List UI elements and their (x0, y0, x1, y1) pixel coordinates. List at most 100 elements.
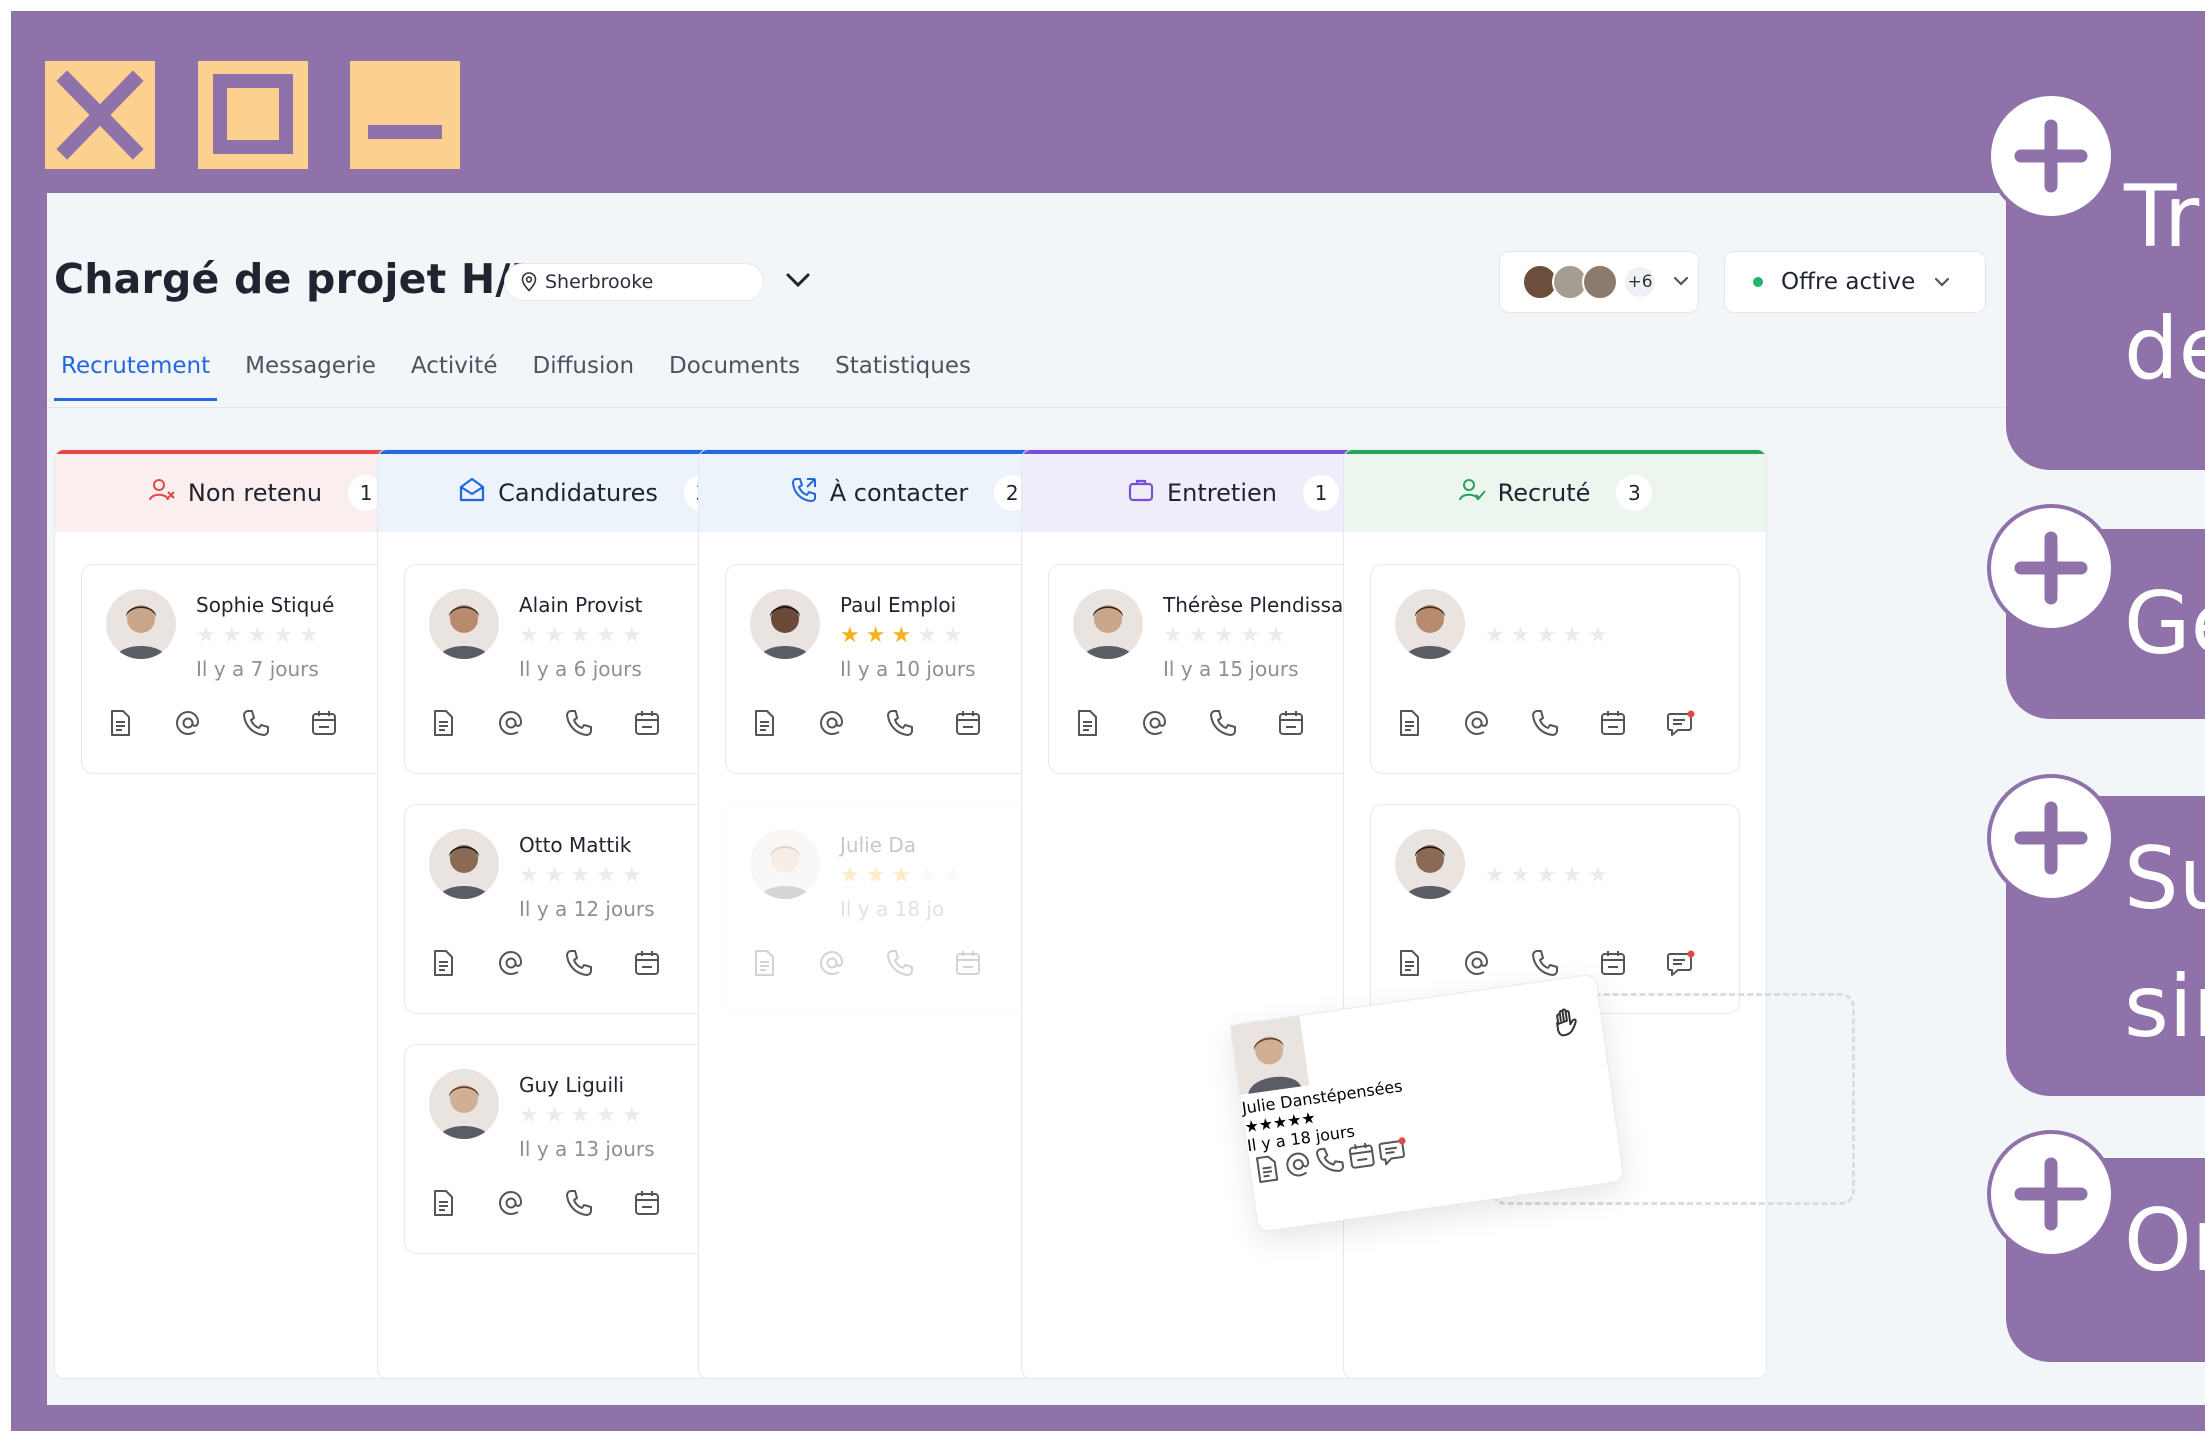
star-icon[interactable]: ★ (917, 625, 937, 647)
star-icon[interactable]: ★ (1536, 625, 1556, 647)
rating-stars[interactable]: ★★★★★ (1485, 865, 1608, 887)
email-icon[interactable] (495, 947, 527, 979)
rating-stars[interactable]: ★★★★★ (196, 625, 319, 647)
star-icon[interactable]: ★ (1588, 625, 1608, 647)
calendar-icon[interactable] (1346, 1142, 1380, 1177)
star-icon[interactable]: ★ (1485, 625, 1505, 647)
phone-icon[interactable] (1529, 707, 1561, 739)
star-icon[interactable]: ★ (1562, 625, 1582, 647)
tab-recrutement[interactable]: Recrutement (54, 353, 218, 401)
star-icon[interactable]: ★ (596, 865, 616, 887)
document-icon[interactable] (748, 707, 780, 739)
rating-stars[interactable]: ★★★★★ (1163, 625, 1286, 647)
star-icon[interactable]: ★ (570, 1105, 590, 1127)
location-pill[interactable]: Sherbrooke (504, 263, 764, 301)
star-icon[interactable]: ★ (1588, 865, 1608, 887)
star-icon[interactable]: ★ (943, 625, 963, 647)
star-icon[interactable]: ★ (545, 1105, 565, 1127)
rating-stars[interactable]: ★★★★★ (840, 625, 963, 647)
email-icon[interactable] (816, 947, 848, 979)
document-icon[interactable] (427, 947, 459, 979)
star-icon[interactable]: ★ (247, 625, 267, 647)
calendar-icon[interactable] (1597, 947, 1629, 979)
tab-activite[interactable]: Activité (404, 353, 505, 401)
star-icon[interactable]: ★ (1536, 865, 1556, 887)
star-icon[interactable]: ★ (1511, 865, 1531, 887)
email-icon[interactable] (1139, 707, 1171, 739)
phone-icon[interactable] (563, 1187, 595, 1219)
rating-stars[interactable]: ★★★★★ (840, 865, 963, 887)
chevron-down-icon[interactable] (784, 270, 812, 290)
star-icon[interactable]: ★ (596, 625, 616, 647)
star-icon[interactable]: ★ (519, 865, 539, 887)
star-icon[interactable]: ★ (222, 625, 242, 647)
star-icon[interactable]: ★ (1240, 625, 1260, 647)
rating-stars[interactable]: ★★★★★ (519, 865, 642, 887)
star-icon[interactable]: ★ (866, 865, 886, 887)
close-button[interactable] (45, 61, 155, 169)
email-icon[interactable] (495, 707, 527, 739)
document-icon[interactable] (1393, 707, 1425, 739)
star-icon[interactable]: ★ (622, 1105, 642, 1127)
calendar-icon[interactable] (952, 947, 984, 979)
rating-stars[interactable]: ★★★★★ (1485, 625, 1608, 647)
calendar-icon[interactable] (631, 707, 663, 739)
email-icon[interactable] (816, 707, 848, 739)
message-icon[interactable] (1665, 947, 1697, 979)
calendar-icon[interactable] (631, 947, 663, 979)
star-icon[interactable]: ★ (570, 865, 590, 887)
phone-icon[interactable] (240, 707, 272, 739)
email-icon[interactable] (495, 1187, 527, 1219)
star-icon[interactable]: ★ (519, 625, 539, 647)
star-icon[interactable]: ★ (1300, 1108, 1317, 1129)
star-icon[interactable]: ★ (545, 625, 565, 647)
minimize-button[interactable] (350, 61, 460, 169)
phone-icon[interactable] (1314, 1147, 1348, 1182)
status-selector[interactable]: Offre active (1724, 251, 1986, 313)
star-icon[interactable]: ★ (545, 865, 565, 887)
star-icon[interactable]: ★ (570, 625, 590, 647)
star-icon[interactable]: ★ (840, 625, 860, 647)
star-icon[interactable]: ★ (273, 625, 293, 647)
star-icon[interactable]: ★ (1511, 625, 1531, 647)
tab-statistiques[interactable]: Statistiques (828, 353, 978, 401)
star-icon[interactable]: ★ (299, 625, 319, 647)
star-icon[interactable]: ★ (1485, 865, 1505, 887)
tab-documents[interactable]: Documents (662, 353, 807, 401)
document-icon[interactable] (1071, 707, 1103, 739)
star-icon[interactable]: ★ (622, 625, 642, 647)
calendar-icon[interactable] (1597, 707, 1629, 739)
tab-messagerie[interactable]: Messagerie (238, 353, 383, 401)
star-icon[interactable]: ★ (840, 865, 860, 887)
star-icon[interactable]: ★ (196, 625, 216, 647)
star-icon[interactable]: ★ (1189, 625, 1209, 647)
calendar-icon[interactable] (631, 1187, 663, 1219)
star-icon[interactable]: ★ (1214, 625, 1234, 647)
star-icon[interactable]: ★ (596, 1105, 616, 1127)
star-icon[interactable]: ★ (1562, 865, 1582, 887)
rating-stars[interactable]: ★★★★★ (519, 1105, 642, 1127)
phone-icon[interactable] (1529, 947, 1561, 979)
email-icon[interactable] (172, 707, 204, 739)
document-icon[interactable] (427, 707, 459, 739)
star-icon[interactable]: ★ (866, 625, 886, 647)
plus-icon[interactable] (1987, 92, 2115, 220)
rating-stars[interactable]: ★★★★★ (519, 625, 642, 647)
star-icon[interactable]: ★ (943, 865, 963, 887)
calendar-icon[interactable] (1275, 707, 1307, 739)
star-icon[interactable]: ★ (519, 1105, 539, 1127)
star-icon[interactable]: ★ (1163, 625, 1183, 647)
plus-icon[interactable] (1987, 504, 2115, 632)
document-icon[interactable] (1251, 1155, 1285, 1191)
message-icon[interactable] (1665, 707, 1697, 739)
document-icon[interactable] (427, 1187, 459, 1219)
star-icon[interactable]: ★ (622, 865, 642, 887)
star-icon[interactable]: ★ (891, 625, 911, 647)
message-icon[interactable] (1378, 1137, 1412, 1173)
document-icon[interactable] (104, 707, 136, 739)
phone-icon[interactable] (884, 707, 916, 739)
star-icon[interactable]: ★ (1266, 625, 1286, 647)
phone-icon[interactable] (563, 707, 595, 739)
plus-icon[interactable] (1987, 1130, 2115, 1258)
candidate-card[interactable]: ★ ★ ★ ★ ★ (1370, 564, 1740, 774)
